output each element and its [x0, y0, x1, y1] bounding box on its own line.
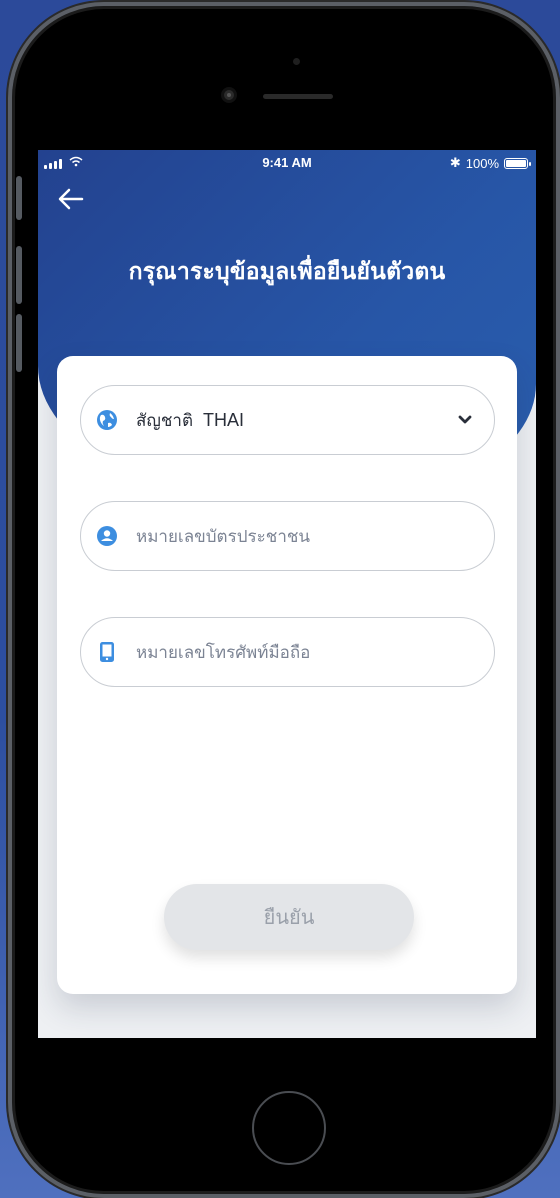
bluetooth-icon: ✱: [449, 155, 461, 170]
battery-percent: 100%: [465, 155, 499, 171]
person-circle-icon: [95, 524, 119, 548]
home-button[interactable]: [252, 1091, 326, 1165]
confirm-button[interactable]: ยืนยัน: [164, 884, 414, 950]
status-bar: 9:41 AM ✱ 100%: [38, 150, 536, 176]
id-card-placeholder: หมายเลขบัตรประชาชน: [136, 526, 311, 547]
id-card-field[interactable]: หมายเลขบัตรประชาชน: [80, 501, 495, 571]
page-title: กรุณาระบุข้อมูลเพื่อยืนยันตัวตน: [128, 259, 446, 285]
form-card: สัญชาติ THAI หมายเลขบัตรประชาชน หมายเลขโ…: [57, 356, 517, 994]
front-camera: [221, 87, 237, 103]
phone-number-placeholder: หมายเลขโทรศัพท์มือถือ: [136, 642, 311, 663]
volume-up-button: [16, 246, 22, 304]
chevron-down-icon[interactable]: [458, 410, 472, 429]
globe-icon: [95, 408, 119, 432]
volume-down-button: [16, 314, 22, 372]
mobile-phone-icon: [95, 640, 119, 664]
nationality-value: THAI: [203, 409, 245, 430]
earpiece-speaker: [263, 94, 333, 99]
phone-number-field[interactable]: หมายเลขโทรศัพท์มือถือ: [80, 617, 495, 687]
app-screen: 9:41 AM ✱ 100% กรุณาระบุข้อมูลเพื่อยืนยั…: [38, 150, 536, 1038]
nationality-select[interactable]: สัญชาติ THAI: [80, 385, 495, 455]
status-right: ✱ 100%: [449, 155, 531, 171]
back-button[interactable]: [56, 188, 86, 214]
mute-switch: [16, 176, 22, 220]
front-sensor: [293, 58, 300, 65]
battery-icon: [504, 157, 531, 169]
arrow-left-icon: [58, 188, 84, 214]
nationality-label: สัญชาติ: [136, 410, 193, 431]
